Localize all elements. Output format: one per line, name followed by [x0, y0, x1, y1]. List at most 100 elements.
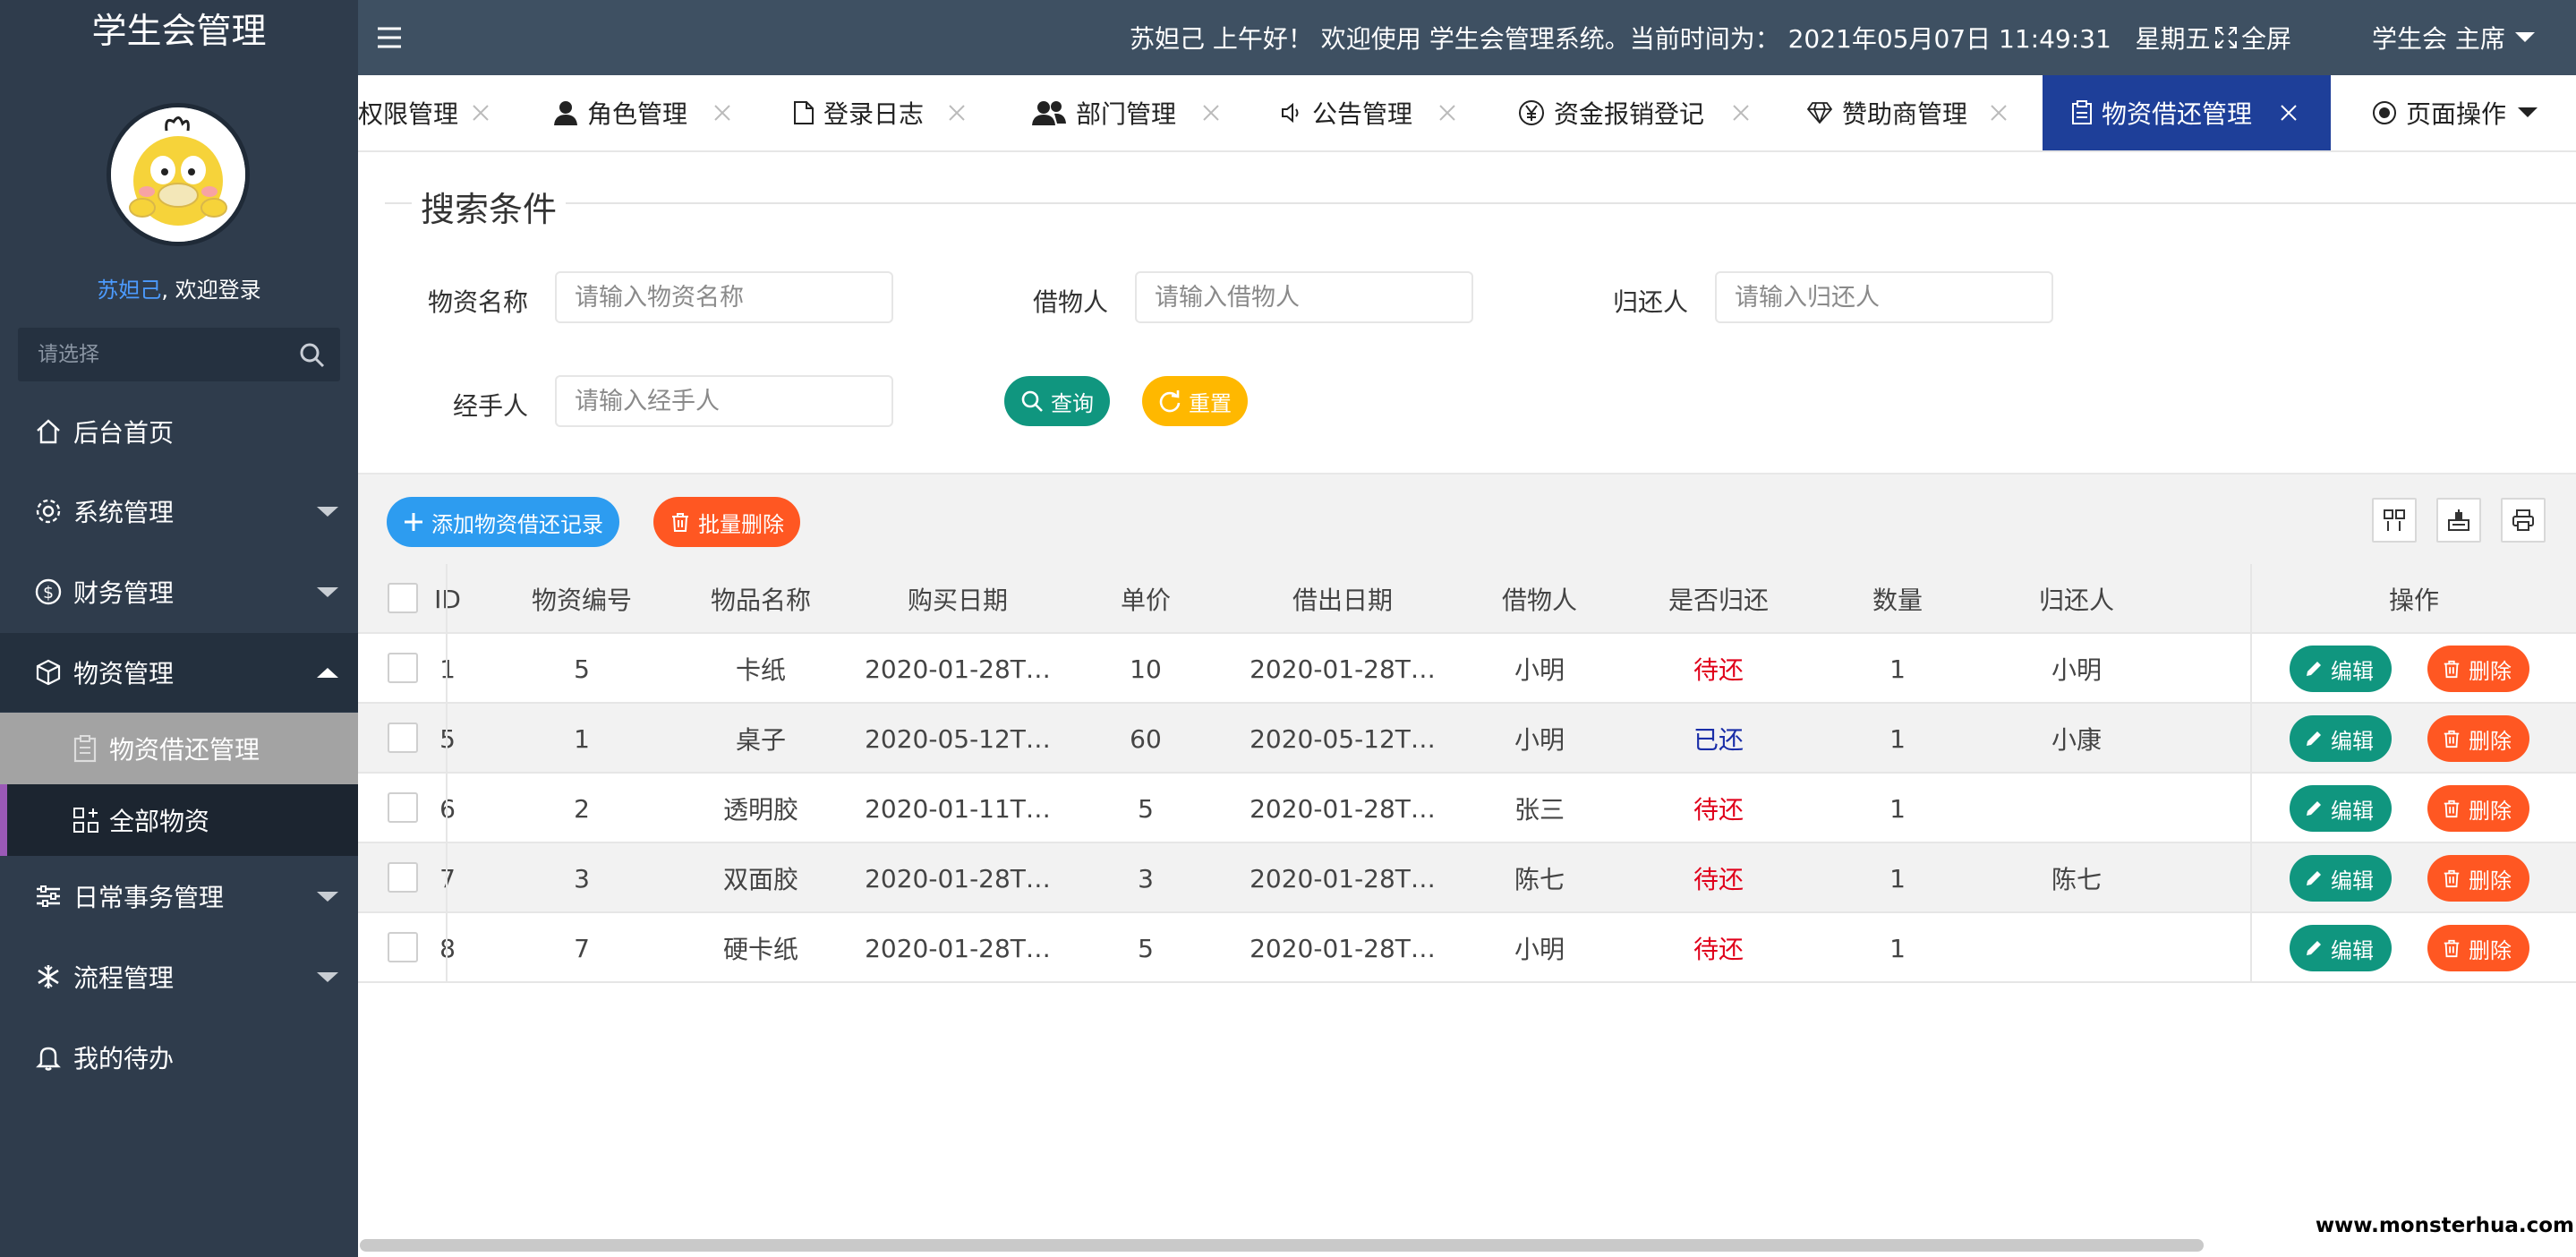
close-icon[interactable]: [1437, 75, 1457, 150]
delete-label: 删除: [2469, 798, 2512, 824]
tab-label: 资金报销登记: [1554, 99, 1705, 129]
page-ops-label: 页面操作: [2406, 99, 2507, 129]
cell-returner: [1978, 774, 2175, 843]
tab-sponsors[interactable]: 赞助商管理: [1806, 75, 2007, 150]
delete-button[interactable]: 删除: [2427, 715, 2529, 762]
material-name-input[interactable]: [557, 273, 891, 321]
search-icon[interactable]: [299, 342, 326, 369]
tab-departments[interactable]: 部门管理: [1031, 75, 1219, 150]
table-row[interactable]: 7 3 双面胶 2020-01-28T… 3 2020-01-28T… 陈七 待还 1 陈七 编辑 删…: [358, 843, 2576, 913]
submenu-item-materials-all[interactable]: 全部物资: [0, 784, 358, 856]
menu-search[interactable]: [18, 328, 340, 381]
field-label-returner: 归还人: [1612, 287, 1688, 317]
horizontal-scrollbar[interactable]: [360, 1239, 2204, 1252]
edit-button[interactable]: 编辑: [2290, 925, 2392, 971]
user-role-menu[interactable]: 学生会 主席: [2372, 0, 2536, 75]
close-icon[interactable]: [1731, 75, 1751, 150]
delete-button[interactable]: 删除: [2427, 646, 2529, 692]
delete-button[interactable]: 删除: [2427, 925, 2529, 971]
submenu-item-materials-loan[interactable]: 物资借还管理: [0, 713, 358, 784]
add-record-label: 添加物资借还记录: [431, 511, 603, 537]
tab-permission[interactable]: 权限管理: [358, 75, 489, 150]
cell-id: 1: [403, 634, 492, 704]
cell-price: 5: [1138, 933, 1154, 963]
borrower-input[interactable]: [1137, 273, 1471, 321]
menu-item-process[interactable]: 流程管理: [0, 937, 358, 1016]
edit-button[interactable]: 编辑: [2290, 855, 2392, 902]
table-row[interactable]: 5 1 桌子 2020-05-12T… 60 2020-05-12T… 小明 已还 1 小康 编辑 删…: [358, 704, 2576, 774]
tab-materials-loan-active[interactable]: 物资借还管理: [2043, 75, 2331, 150]
pencil-icon: [2307, 662, 2321, 676]
print-icon: [2512, 509, 2534, 531]
tab-label: 赞助商管理: [1842, 99, 1968, 129]
clipboard-icon: [72, 734, 98, 763]
cell-borrower: 小明: [1514, 725, 1565, 755]
pencil-icon: [2307, 731, 2321, 746]
edit-label: 编辑: [2331, 937, 2374, 963]
header-id: ID: [403, 564, 492, 634]
table-row[interactable]: 8 7 硬卡纸 2020-01-28T… 5 2020-01-28T… 小明 待还 1 编辑 删除: [358, 913, 2576, 983]
close-icon[interactable]: [712, 75, 732, 150]
close-icon[interactable]: [1201, 75, 1221, 150]
batch-delete-button[interactable]: 批量删除: [653, 497, 800, 547]
edit-button[interactable]: 编辑: [2290, 646, 2392, 692]
plus-icon: [405, 513, 422, 531]
menu-item-todo[interactable]: 我的待办: [0, 1018, 358, 1097]
borrower-field[interactable]: [1135, 271, 1473, 323]
users-icon: [1031, 100, 1067, 125]
handler-input[interactable]: [557, 377, 891, 425]
cell-buy: 2020-05-12T…: [865, 723, 1051, 754]
menu-item-daily[interactable]: 日常事务管理: [0, 857, 358, 936]
submenu-label: 全部物资: [109, 807, 210, 836]
export-button[interactable]: [2436, 498, 2481, 543]
cell-qty: 1: [1889, 933, 1906, 963]
table-row[interactable]: 6 2 透明胶 2020-01-11T… 5 2020-01-28T… 张三 待还 1 编辑 删除: [358, 774, 2576, 843]
cell-status: 待还: [1693, 935, 1744, 964]
fullscreen-button[interactable]: 全屏: [2214, 0, 2291, 75]
menu-label: 我的待办: [73, 1044, 175, 1073]
edit-button[interactable]: 编辑: [2290, 785, 2392, 832]
delete-button[interactable]: 删除: [2427, 785, 2529, 832]
close-icon[interactable]: [1989, 75, 2009, 150]
delete-button[interactable]: 删除: [2427, 855, 2529, 902]
header-name: 物品名称: [710, 586, 811, 615]
close-icon[interactable]: [947, 75, 967, 150]
tab-login-log[interactable]: 登录日志: [793, 75, 965, 150]
trash-icon: [2444, 660, 2460, 679]
returner-field[interactable]: [1715, 271, 2053, 323]
edit-label: 编辑: [2331, 658, 2374, 684]
menu-label: 流程管理: [73, 963, 175, 993]
menu-item-system[interactable]: 系统管理: [0, 472, 358, 551]
caret-down-icon: [2514, 32, 2535, 42]
close-icon[interactable]: [2279, 75, 2299, 150]
query-button[interactable]: 查询: [1004, 376, 1110, 426]
handler-field[interactable]: [555, 375, 893, 427]
print-button[interactable]: [2501, 498, 2546, 543]
user-name[interactable]: 苏妲己: [97, 278, 161, 303]
menu-item-materials[interactable]: 物资管理: [0, 633, 358, 712]
menu-item-home[interactable]: 后台首页: [0, 392, 358, 471]
columns-filter-button[interactable]: [2372, 498, 2417, 543]
tab-announcements[interactable]: 公告管理: [1280, 75, 1455, 150]
menu-search-input[interactable]: [18, 328, 340, 381]
menu-toggle-icon[interactable]: [376, 0, 403, 75]
reset-button[interactable]: 重置: [1142, 376, 1248, 426]
cell-code: 1: [574, 723, 590, 754]
header-code: 物资编号: [531, 586, 632, 615]
page-operations-menu[interactable]: 页面操作: [2372, 75, 2538, 150]
reset-label: 重置: [1189, 390, 1232, 416]
avatar[interactable]: [107, 103, 250, 246]
table-row[interactable]: 1 5 卡纸 2020-01-28T… 10 2020-01-28T… 小明 待还 1 小明 编辑 删…: [358, 634, 2576, 704]
close-icon[interactable]: [471, 75, 490, 150]
returner-input[interactable]: [1717, 273, 2051, 321]
cell-id: 6: [403, 774, 492, 843]
cell-name: 双面胶: [722, 865, 798, 894]
add-record-button[interactable]: 添加物资借还记录: [387, 497, 619, 547]
edit-button[interactable]: 编辑: [2290, 715, 2392, 762]
tab-label: 角色管理: [587, 99, 688, 129]
tab-reimbursement[interactable]: 资金报销登记: [1518, 75, 1749, 150]
material-name-field[interactable]: [555, 271, 893, 323]
cell-status: 待还: [1693, 865, 1744, 894]
tab-roles[interactable]: 角色管理: [553, 75, 730, 150]
menu-item-finance[interactable]: $ 财务管理: [0, 552, 358, 631]
